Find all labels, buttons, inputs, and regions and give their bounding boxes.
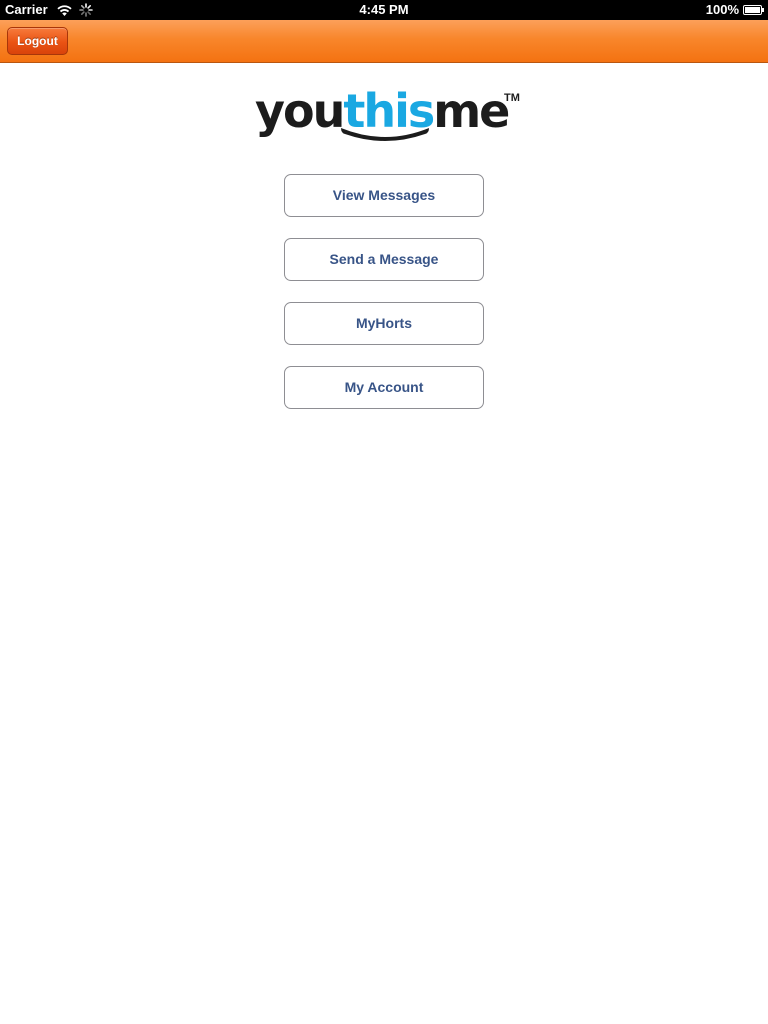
battery-percent: 100% <box>705 2 739 17</box>
navigation-bar: Logout <box>0 20 768 63</box>
battery-icon <box>743 5 764 15</box>
logout-button[interactable]: Logout <box>7 27 68 55</box>
status-bar: Carrier 4:45 PM 100% <box>0 0 768 20</box>
my-account-button[interactable]: My Account <box>284 366 484 409</box>
myhorts-button[interactable]: MyHorts <box>284 302 484 345</box>
logo-word-you: you <box>255 84 345 138</box>
youthisme-logo: youthisme TM <box>255 88 525 148</box>
view-messages-button[interactable]: View Messages <box>284 174 484 217</box>
logo-smile-icon <box>341 128 429 141</box>
logo-trademark: TM <box>504 92 520 104</box>
logo-word-me: me <box>433 84 510 138</box>
status-right: 100% <box>706 0 764 20</box>
status-time: 4:45 PM <box>359 2 409 17</box>
send-message-button[interactable]: Send a Message <box>284 238 484 281</box>
